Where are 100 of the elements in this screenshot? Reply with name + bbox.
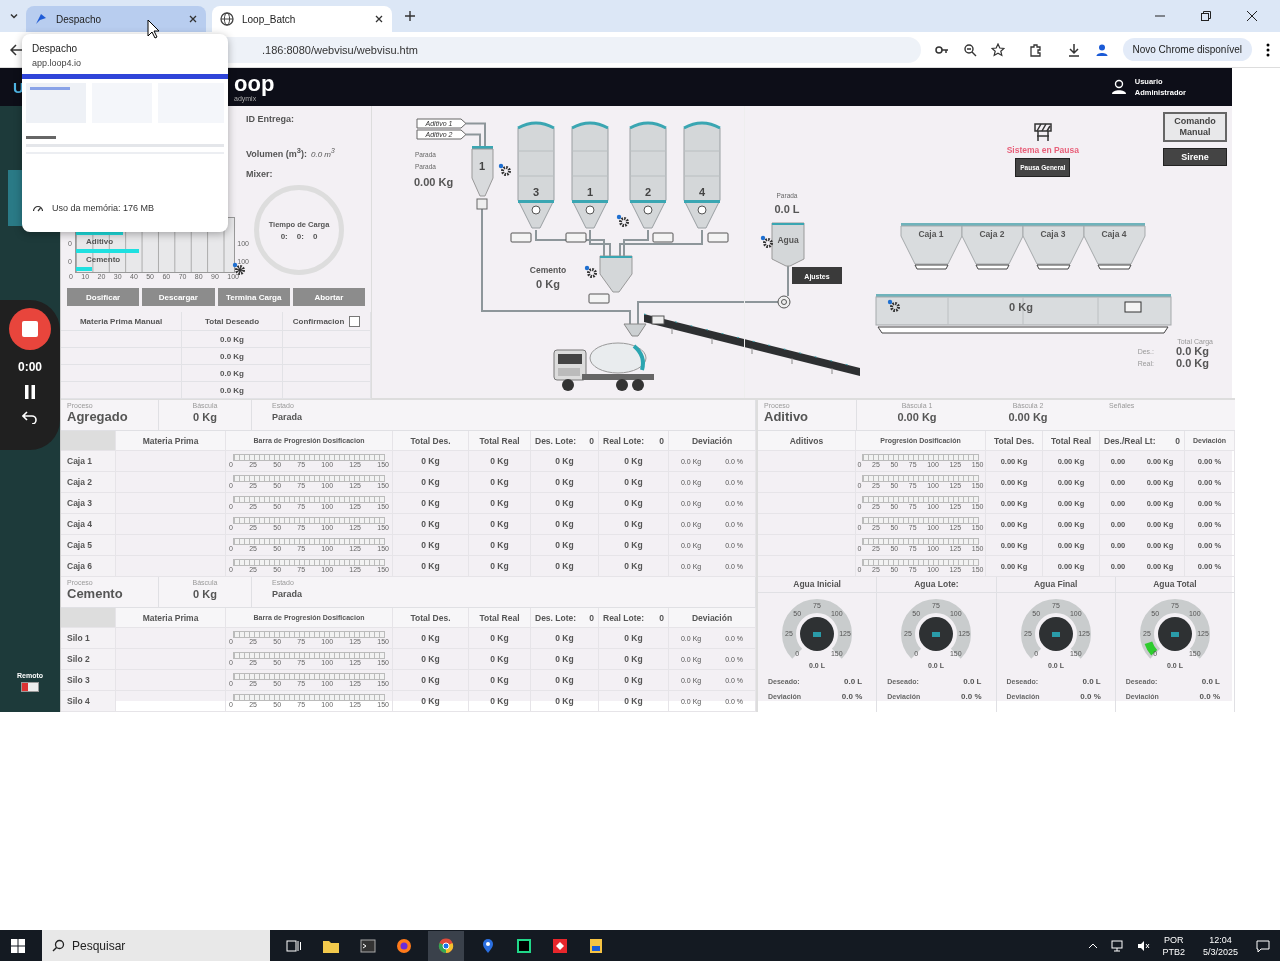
column-header: Deviación <box>669 608 756 627</box>
table-cell: 0 Kg <box>599 451 669 471</box>
table-cell: 0 Kg <box>599 649 669 669</box>
table-cell: 0 Kg <box>393 649 469 669</box>
total-value: 0.0 Kg <box>1176 345 1209 357</box>
scale-value: 0 Kg <box>193 411 217 423</box>
table-cell: 0.0 Kg <box>182 331 283 347</box>
silo-number: 1 <box>586 186 594 198</box>
column-header: Des. Lote: <box>535 612 577 623</box>
table-cell: 0 Kg <box>469 691 531 711</box>
process-name: Cemento <box>67 586 124 601</box>
field-label: ID Entrega: <box>246 114 294 124</box>
table-cell: 0 Kg <box>531 514 599 534</box>
logo-text: oop <box>234 72 275 95</box>
table-cell: 0 Kg <box>393 691 469 711</box>
bin-label: Caja 3 <box>1040 229 1066 239</box>
timer-value: 0: <box>280 231 288 241</box>
weight-value: 0 Kg <box>536 278 560 290</box>
table-cell: 0 Kg <box>531 493 599 513</box>
table-cell: 0 Kg <box>599 628 669 648</box>
column-header: Total Des. <box>986 431 1043 450</box>
bar-label: Aditivo <box>86 236 114 246</box>
lot-value: 0 <box>1175 435 1180 446</box>
recording-time: 0:00 <box>18 360 42 374</box>
weight-value: 0.00 Kg <box>414 176 454 188</box>
table-cell: 0 Kg <box>599 691 669 711</box>
volume-value: 0.0 L <box>774 203 800 215</box>
column-header: Total Deseado <box>182 312 283 330</box>
field-value: 0.0 L <box>1201 677 1220 686</box>
state-value: Parada <box>272 412 304 422</box>
gauge-title: Agua Lote: <box>877 577 996 593</box>
table-cell: 0 Kg <box>531 649 599 669</box>
table-cell: 0 Kg <box>469 451 531 471</box>
field-label: Mixer: <box>246 169 273 179</box>
column-header: Real Lote: <box>603 435 645 446</box>
table-cell: 0 Kg <box>599 493 669 513</box>
table-cell: 0 Kg <box>531 556 599 576</box>
column-header: Total Real <box>469 431 531 450</box>
bin-label: Caja 2 <box>979 229 1005 239</box>
column-header: Des./Real Lt: <box>1104 435 1156 446</box>
table-cell: 0 Kg <box>469 535 531 555</box>
timer-value: 0: <box>296 231 304 241</box>
process-name: Agregado <box>67 409 129 424</box>
table-cell: 0 Kg <box>393 670 469 690</box>
gauge-title: Agua Total <box>1115 577 1234 593</box>
column-header: Confirmacion <box>292 316 345 326</box>
column-header: Total Des. <box>393 608 469 627</box>
field-value: 0.0 % <box>841 692 863 701</box>
timer-value: 0 <box>312 231 318 241</box>
table-cell: 0 Kg <box>469 670 531 690</box>
table-cell: 0 Kg <box>469 649 531 669</box>
column-header: Materia Prima Manual <box>61 312 182 330</box>
table-cell: 0 Kg <box>531 451 599 471</box>
table-cell: 0 Kg <box>599 472 669 492</box>
bin-label: Caja 4 <box>1101 229 1127 239</box>
bar-label: Cemento <box>86 254 121 264</box>
lot-value: 0 <box>589 612 594 623</box>
table-cell: 0 Kg <box>531 535 599 555</box>
table-cell: 0 Kg <box>393 514 469 534</box>
total-value: 0.0 Kg <box>1176 357 1209 369</box>
table-cell: 0 Kg <box>393 535 469 555</box>
row-header: Silo 4 <box>61 691 116 711</box>
table-cell: 0 Kg <box>531 691 599 711</box>
table-cell: 0 Kg <box>531 628 599 648</box>
field-value: 0.0 % <box>1080 692 1101 701</box>
table-cell: 0 Kg <box>531 472 599 492</box>
table-cell: 0 Kg <box>393 628 469 648</box>
silo-number: 3 <box>532 186 540 198</box>
field-value: 0.0 L <box>963 677 982 686</box>
table-cell: 0 Kg <box>393 493 469 513</box>
column-header: Materia Prima <box>116 608 226 627</box>
silo-number: 4 <box>698 186 706 198</box>
column-header: Total Des. <box>393 431 469 450</box>
process-name: Aditivo <box>764 409 810 424</box>
table-cell: 0 Kg <box>469 628 531 648</box>
scale-value: 0 Kg <box>193 588 217 600</box>
hopper-number: 1 <box>478 160 486 172</box>
scale-value: 0.00 Kg <box>897 411 937 423</box>
table-cell: 0 Kg <box>531 670 599 690</box>
table-cell: 0 Kg <box>469 556 531 576</box>
scale-value: 0.00 Kg <box>1008 411 1048 423</box>
column-header: Total Real <box>1043 431 1100 450</box>
field-value: 0.0 % <box>961 692 982 701</box>
table-cell: 0 Kg <box>599 670 669 690</box>
table-cell: 0 Kg <box>469 493 531 513</box>
table-cell: 0 Kg <box>393 472 469 492</box>
memory-usage: Uso da memória: 176 MB <box>52 203 155 213</box>
system-status: Sistema en Pausa <box>1006 145 1079 155</box>
table-cell: 0 Kg <box>393 451 469 471</box>
field-value: 0.0 % <box>1199 692 1220 701</box>
lot-value: 0 <box>659 612 664 623</box>
gauge-title: Agua Final <box>996 577 1115 593</box>
column-header: Total Real <box>469 608 531 627</box>
table-cell: 0.0 Kg <box>182 348 283 364</box>
silo-number: 2 <box>644 186 652 198</box>
table-cell: 0 Kg <box>599 556 669 576</box>
table-cell: 0 Kg <box>469 514 531 534</box>
lot-value: 0 <box>589 435 594 446</box>
table-cell: 0 Kg <box>469 472 531 492</box>
column-header: Deviación <box>669 431 756 450</box>
